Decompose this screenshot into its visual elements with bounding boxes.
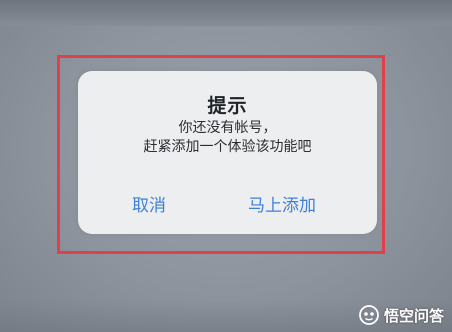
- top-edge: [0, 0, 452, 26]
- wukong-logo-icon: [359, 305, 379, 325]
- watermark-text: 悟空问答: [383, 306, 444, 325]
- highlight-frame: [57, 55, 385, 254]
- watermark: 悟空问答: [359, 304, 444, 326]
